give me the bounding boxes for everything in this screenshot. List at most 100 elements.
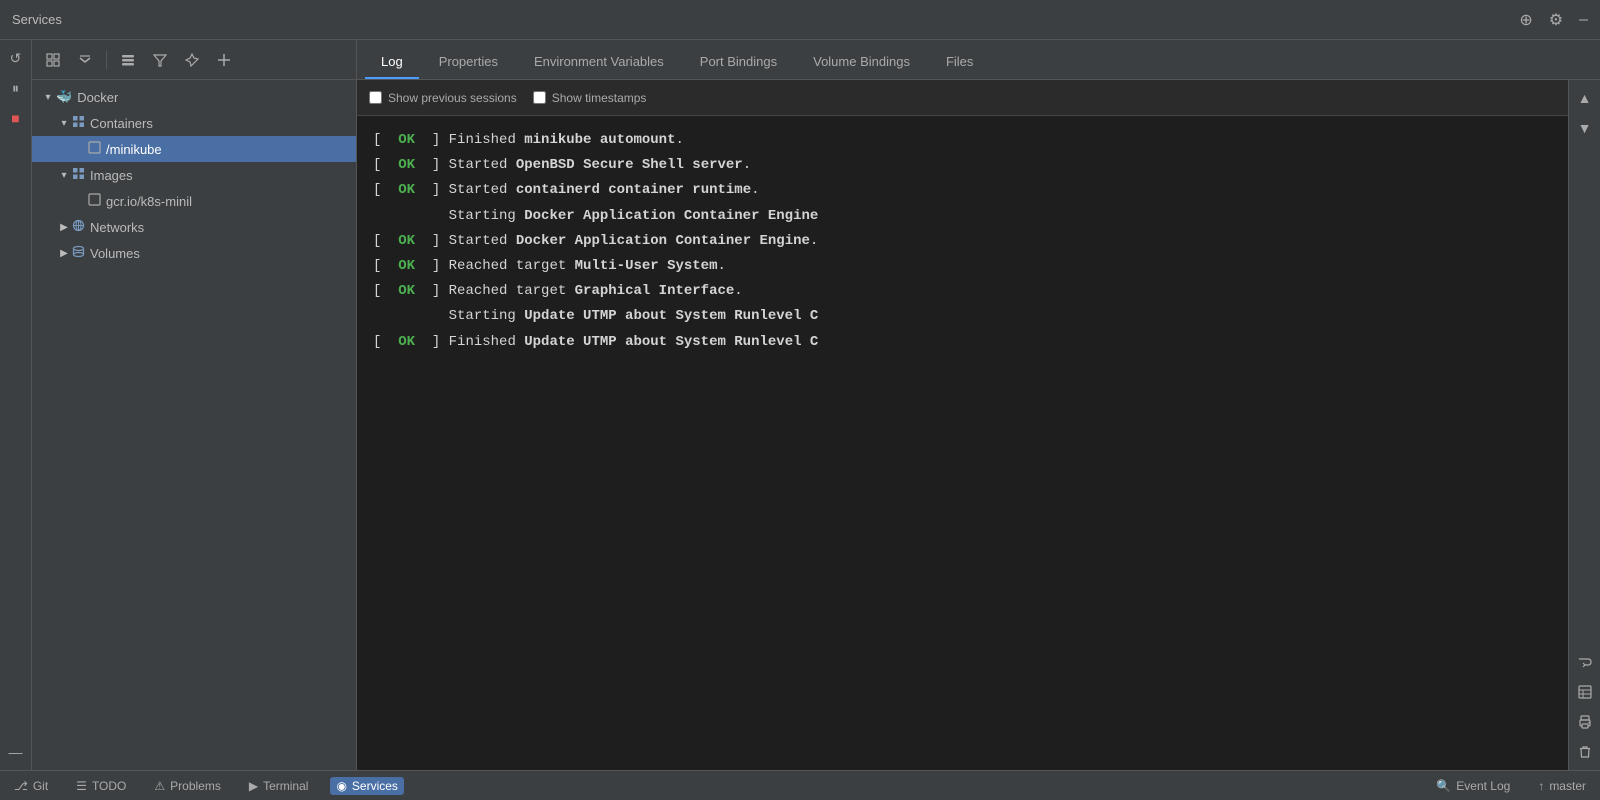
msg-9: Finished <box>440 334 524 350</box>
status-git[interactable]: ⎇ Git <box>8 777 54 795</box>
tab-volume-bindings[interactable]: Volume Bindings <box>797 46 926 79</box>
print-btn[interactable] <box>1571 708 1599 736</box>
collapse-all-btn[interactable] <box>72 47 98 73</box>
status-event-log[interactable]: 🔍 Event Log <box>1430 777 1516 795</box>
tree-item-images[interactable]: ▾ Images <box>32 162 356 188</box>
wrap-btn[interactable] <box>1571 648 1599 676</box>
tree-item-containers[interactable]: ▾ Containers <box>32 110 356 136</box>
status-bar-right: 🔍 Event Log ↑ master <box>1430 777 1592 795</box>
volumes-label: Volumes <box>90 246 140 261</box>
msg-2: Started <box>440 157 516 173</box>
end-2: . <box>743 157 751 173</box>
show-previous-sessions-checkbox[interactable] <box>369 91 382 104</box>
globe-icon[interactable]: ⊕ <box>1519 10 1532 30</box>
close-1: ] <box>432 132 440 148</box>
close-5: ] <box>432 233 440 249</box>
tree-item-docker[interactable]: ▾ 🐳 Docker <box>32 84 356 110</box>
tree-item-gcr[interactable]: gcr.io/k8s-minil <box>32 188 356 214</box>
close-7: ] <box>432 283 440 299</box>
end-6: . <box>717 258 725 274</box>
ok-9: OK <box>381 334 431 350</box>
filter-btn[interactable] <box>147 47 173 73</box>
collapse-action-btn[interactable]: — <box>2 738 30 766</box>
add-service-btn[interactable] <box>211 47 237 73</box>
gear-icon[interactable]: ⚙ <box>1549 10 1563 30</box>
log-output: [ OK ] Finished minikube automount. [ OK… <box>357 116 1568 770</box>
bold-9: Update UTMP about System Runlevel C <box>524 334 818 350</box>
chevron-images: ▾ <box>56 170 72 181</box>
log-line-7: [ OK ] Reached target Graphical Interfac… <box>373 279 1552 304</box>
tab-environment-variables[interactable]: Environment Variables <box>518 46 680 79</box>
tree-item-networks[interactable]: ▶ Networks <box>32 214 356 240</box>
minimize-icon[interactable]: – <box>1579 11 1588 29</box>
containers-grid-icon <box>72 115 85 131</box>
event-log-icon: 🔍 <box>1436 779 1451 793</box>
chevron-networks: ▶ <box>56 222 72 233</box>
tab-properties[interactable]: Properties <box>423 46 514 79</box>
right-action-bar: ▲ ▼ <box>1568 80 1600 770</box>
scroll-up-btn[interactable]: ▲ <box>1571 84 1599 112</box>
end-3: . <box>751 182 759 198</box>
table-view-btn[interactable] <box>1571 678 1599 706</box>
terminal-icon: ▶ <box>249 779 258 793</box>
ok-6: OK <box>381 258 431 274</box>
tab-port-bindings[interactable]: Port Bindings <box>684 46 793 79</box>
log-line-1: [ OK ] Finished minikube automount. <box>373 128 1552 153</box>
show-previous-sessions-label[interactable]: Show previous sessions <box>369 91 517 105</box>
scroll-down-btn[interactable]: ▼ <box>1571 114 1599 142</box>
log-line-9: [ OK ] Finished Update UTMP about System… <box>373 330 1552 355</box>
status-services[interactable]: ◉ Services <box>330 777 404 795</box>
status-todo[interactable]: ☰ TODO <box>70 777 132 795</box>
status-bar-left: ⎇ Git ☰ TODO ⚠ Problems ▶ Terminal ◉ Ser… <box>8 777 404 795</box>
ok-5: OK <box>381 233 431 249</box>
bold-1: minikube automount <box>524 132 675 148</box>
tab-log[interactable]: Log <box>365 46 419 79</box>
stop-action-btn[interactable]: ■ <box>2 104 30 132</box>
minikube-label: /minikube <box>106 142 162 157</box>
tree-item-minikube[interactable]: /minikube <box>32 136 356 162</box>
gcr-label: gcr.io/k8s-minil <box>106 194 192 209</box>
log-line-2: [ OK ] Started OpenBSD Secure Shell serv… <box>373 153 1552 178</box>
expand-all-btn[interactable] <box>40 47 66 73</box>
end-1: . <box>675 132 683 148</box>
sidebar-toolbar <box>32 40 356 80</box>
show-timestamps-label[interactable]: Show timestamps <box>533 91 647 105</box>
close-6: ] <box>432 258 440 274</box>
pin-btn[interactable] <box>179 47 205 73</box>
status-master[interactable]: ↑ master <box>1532 777 1592 795</box>
status-bar: ⎇ Git ☰ TODO ⚠ Problems ▶ Terminal ◉ Ser… <box>0 770 1600 800</box>
tab-files[interactable]: Files <box>930 46 989 79</box>
show-previous-sessions-text: Show previous sessions <box>388 91 517 105</box>
msg-1: Finished <box>440 132 524 148</box>
problems-label: Problems <box>170 779 221 793</box>
msg-5: Started <box>440 233 516 249</box>
vcs-icon: ↑ <box>1538 779 1544 793</box>
trash-btn[interactable] <box>1571 738 1599 766</box>
tree-item-volumes[interactable]: ▶ Volumes <box>32 240 356 266</box>
bold-2: OpenBSD Secure Shell server <box>516 157 743 173</box>
app-title: Services <box>12 12 62 27</box>
images-label: Images <box>90 168 133 183</box>
bold-6: Multi-User System <box>575 258 718 274</box>
left-action-bar: ↺ ⏸ ■ — <box>0 40 32 770</box>
status-terminal[interactable]: ▶ Terminal <box>243 777 315 795</box>
ok-7: OK <box>381 283 431 299</box>
tree-content: ▾ 🐳 Docker ▾ Containers <box>32 80 356 770</box>
log-line-3: [ OK ] Started containerd container runt… <box>373 178 1552 203</box>
services-label: Services <box>352 779 398 793</box>
log-line-6: [ OK ] Reached target Multi-User System. <box>373 254 1552 279</box>
git-label: Git <box>33 779 48 793</box>
group-by-btn[interactable] <box>115 47 141 73</box>
ok-3: OK <box>381 182 431 198</box>
event-log-label: Event Log <box>1456 779 1510 793</box>
status-problems[interactable]: ⚠ Problems <box>148 777 226 795</box>
networks-icon <box>72 219 85 235</box>
refresh-action-btn[interactable]: ↺ <box>2 44 30 72</box>
services-icon: ◉ <box>336 779 346 793</box>
pause-action-btn[interactable]: ⏸ <box>2 74 30 102</box>
bold-4: Docker Application Container Engine <box>524 208 818 224</box>
minikube-icon <box>88 141 101 157</box>
show-timestamps-checkbox[interactable] <box>533 91 546 104</box>
bold-5: Docker Application Container Engine <box>516 233 810 249</box>
todo-label: TODO <box>92 779 126 793</box>
